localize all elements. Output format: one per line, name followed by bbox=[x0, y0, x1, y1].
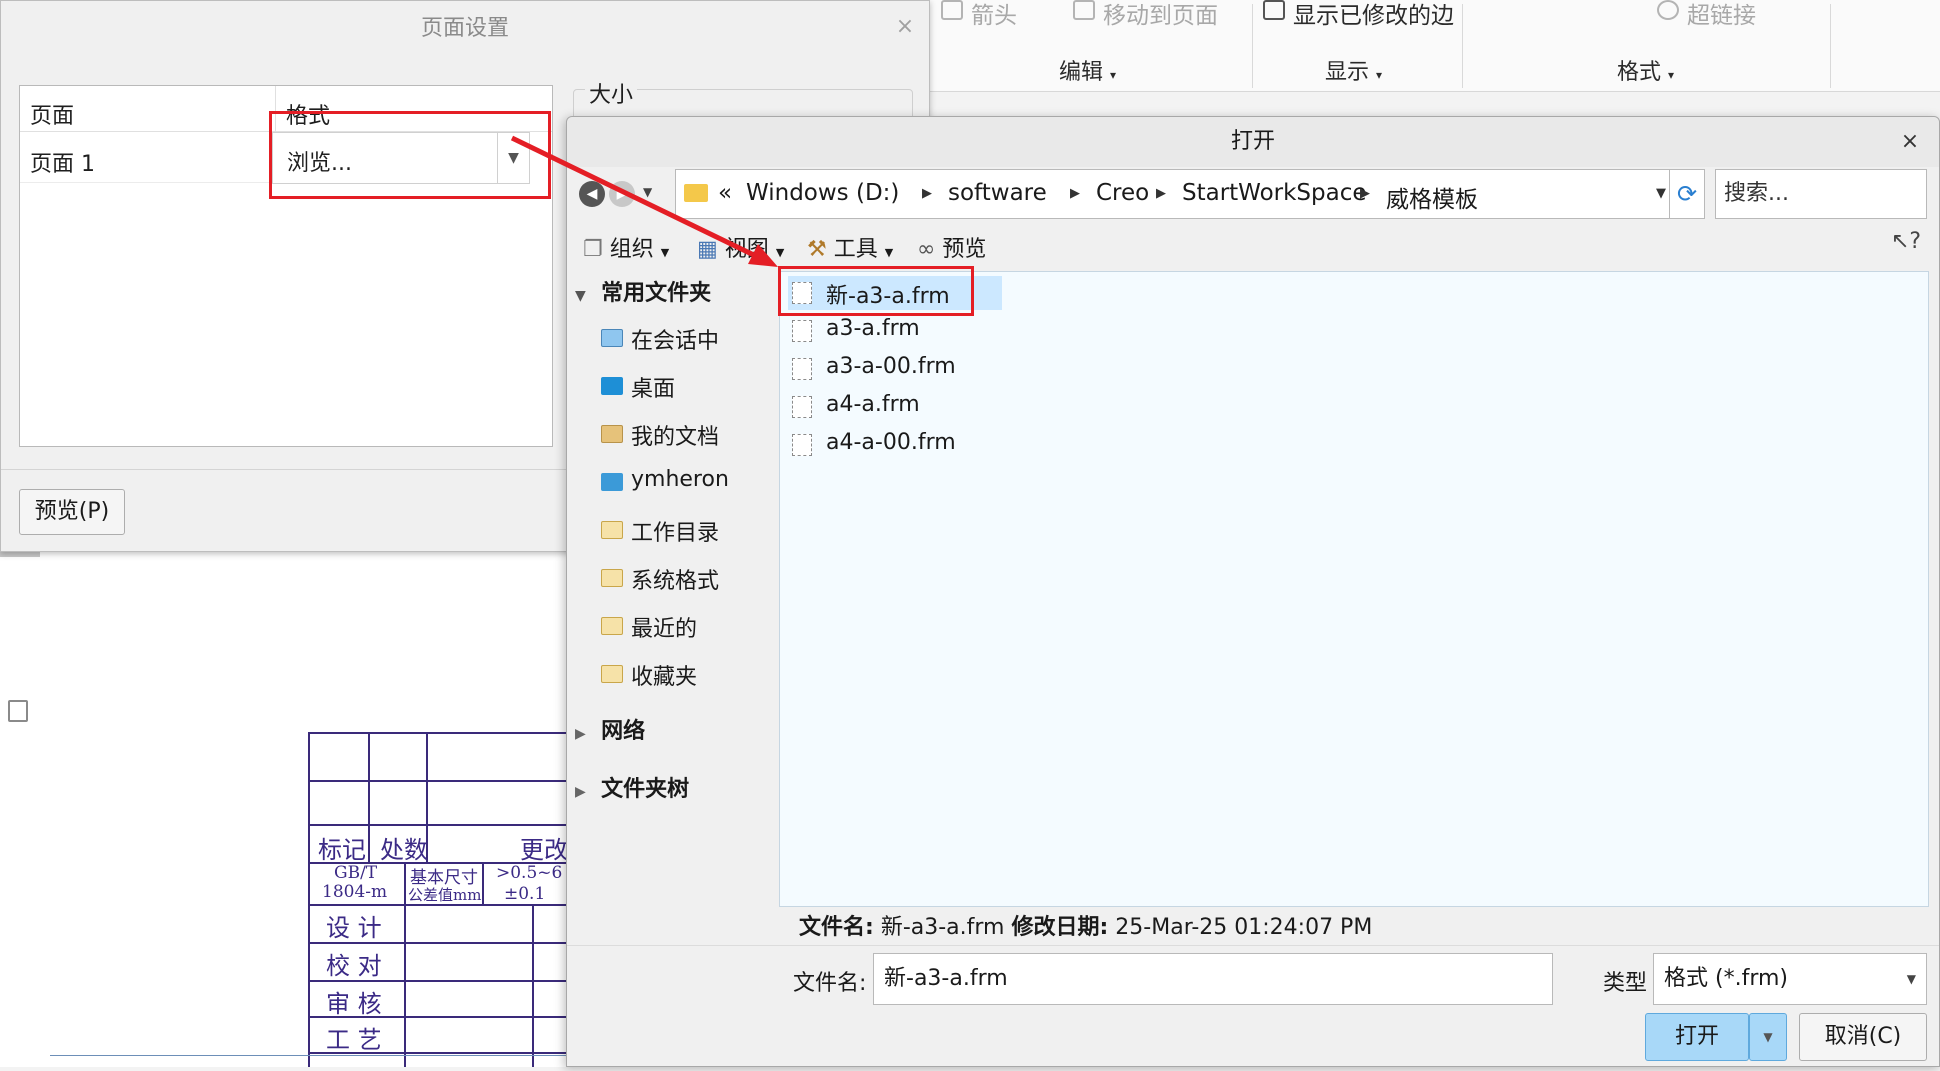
annotation-arrowhead bbox=[748, 244, 778, 267]
annotation-arrow-line bbox=[510, 135, 762, 261]
annotation-arrow bbox=[510, 135, 778, 267]
